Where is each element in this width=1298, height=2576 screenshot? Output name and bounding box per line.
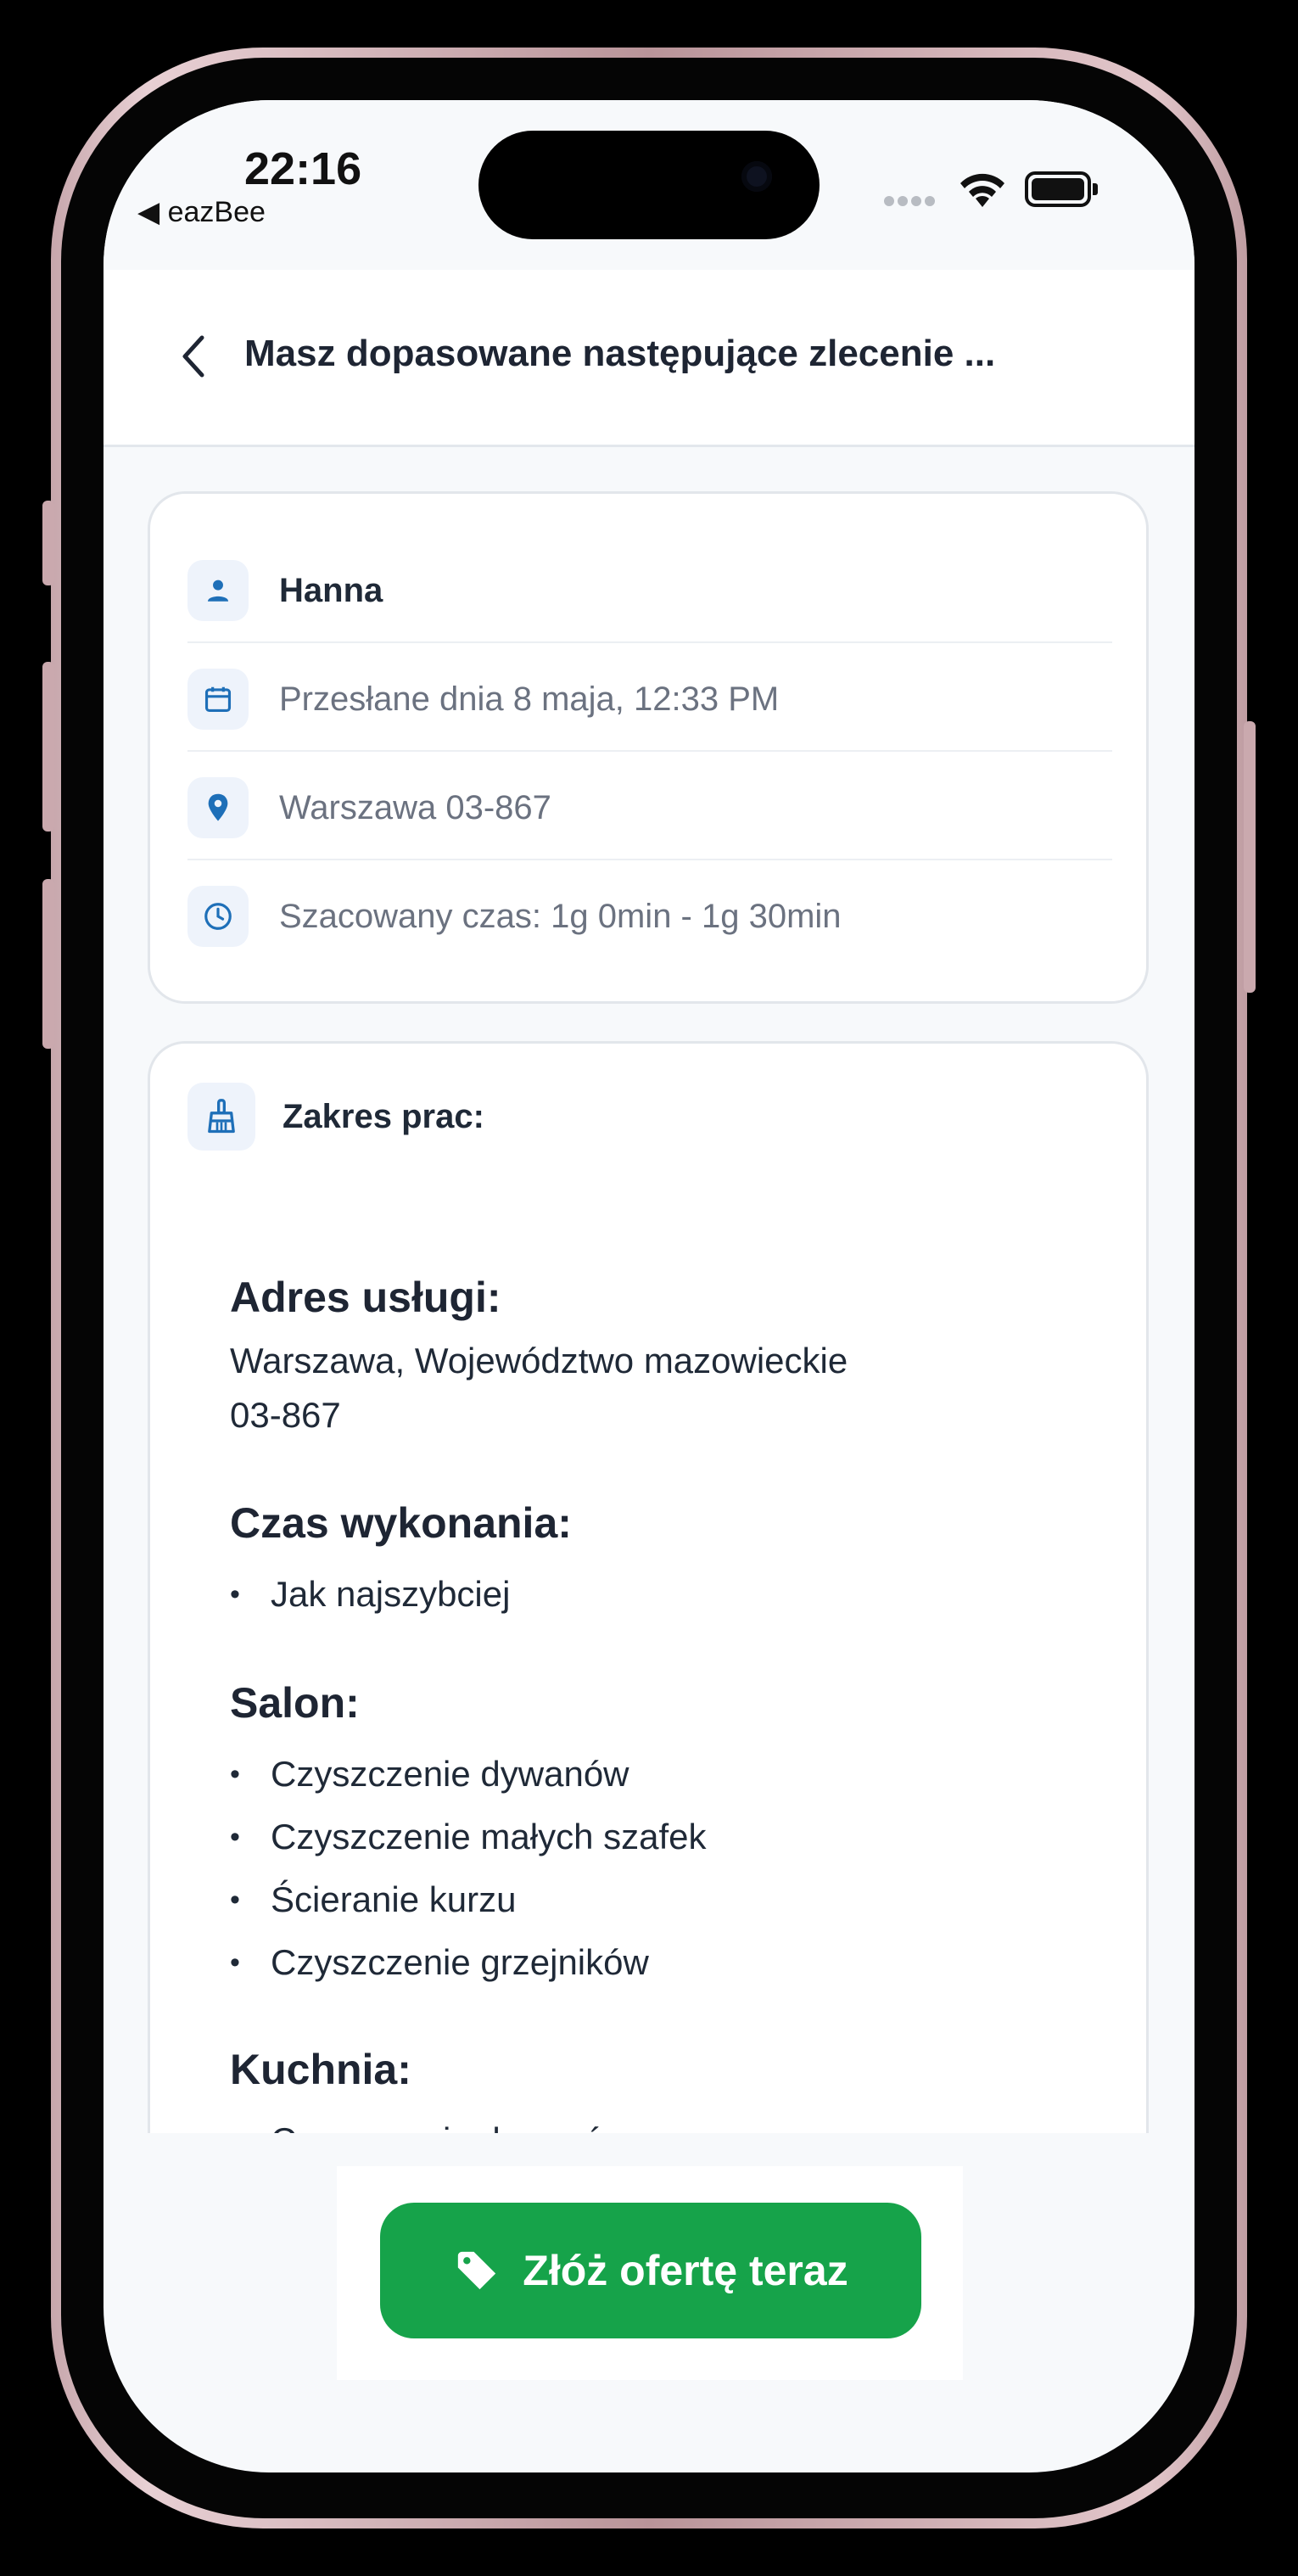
wifi-icon: [960, 173, 1004, 207]
kitchen-list: Czyszczenie dywanów: [230, 2109, 1112, 2133]
address-line: Warszawa, Województwo mazowieckie: [230, 1341, 848, 1380]
salon-section: Salon: Czyszczenie dywanów Czyszczenie m…: [230, 1678, 1112, 1994]
list-item: Czyszczenie dywanów: [230, 2109, 1112, 2133]
location-pin-icon: [187, 777, 249, 838]
address-title: Adres usługi:: [230, 1274, 501, 1321]
scroll-content[interactable]: Hanna Przesłane dnia 8 maja, 12:33 PM Wa…: [104, 447, 1194, 2133]
status-bar: 22:16 ◀ eazBee: [104, 100, 1194, 270]
list-item: Ścieranie kurzu: [230, 1868, 1112, 1931]
execution-time-list: Jak najszybciej: [230, 1563, 1112, 1626]
calendar-icon: [187, 669, 249, 730]
battery-cap: [1093, 183, 1098, 195]
client-name: Hanna: [279, 571, 383, 609]
page-header: Masz dopasowane następujące zlecenie ...: [104, 270, 1194, 447]
chevron-left-icon: [182, 335, 204, 378]
execution-time-section: Czas wykonania: Jak najszybciej: [230, 1498, 1112, 1626]
list-item: Czyszczenie małych szafek: [230, 1806, 1112, 1868]
execution-time-title: Czas wykonania:: [230, 1499, 572, 1547]
location-text: Warszawa 03-867: [279, 788, 551, 826]
user-icon: [187, 560, 249, 621]
scope-card: Zakres prac: Adres usługi: Warszawa, Woj…: [148, 1041, 1149, 2133]
volume-down-button: [42, 879, 54, 1049]
page-title: Masz dopasowane następujące zlecenie ...: [244, 333, 996, 374]
back-button[interactable]: [163, 326, 224, 387]
location-row: Warszawa 03-867: [187, 753, 1112, 862]
order-info-card: Hanna Przesłane dnia 8 maja, 12:33 PM Wa…: [148, 491, 1149, 1004]
scope-title: Zakres prac:: [283, 1097, 484, 1135]
kitchen-section: Kuchnia: Czyszczenie dywanów: [230, 2045, 1112, 2133]
address-section: Adres usługi: Warszawa, Województwo mazo…: [230, 1273, 1112, 1442]
sent-date-text: Przesłane dnia 8 maja, 12:33 PM: [279, 680, 780, 718]
power-button: [1244, 721, 1256, 993]
submit-offer-label: Złóż ofertę teraz: [523, 2247, 848, 2294]
cleaning-brush-icon: [187, 1083, 255, 1151]
action-button: [42, 501, 54, 585]
address-line: 03-867: [230, 1395, 341, 1435]
salon-list: Czyszczenie dywanów Czyszczenie małych s…: [230, 1743, 1112, 1994]
status-time: 22:16: [244, 143, 362, 194]
divider: [187, 859, 1112, 860]
list-item: Czyszczenie grzejników: [230, 1931, 1112, 1994]
camera-icon: [741, 161, 772, 192]
back-to-app-link[interactable]: ◀ eazBee: [137, 195, 266, 229]
list-item: Jak najszybciej: [230, 1563, 1112, 1626]
price-tag-icon: [458, 2251, 496, 2290]
app-screen: 22:16 ◀ eazBee Masz dopasowane następują…: [104, 100, 1194, 2472]
scope-header: Zakres prac:: [187, 1083, 484, 1151]
kitchen-title: Kuchnia:: [230, 2046, 411, 2093]
volume-up-button: [42, 662, 54, 832]
submit-offer-button[interactable]: Złóż ofertę teraz: [380, 2203, 921, 2338]
estimated-time-text: Szacowany czas: 1g 0min - 1g 30min: [279, 897, 842, 935]
address-text: Warszawa, Województwo mazowieckie 03-867: [230, 1334, 1112, 1442]
sent-date-row: Przesłane dnia 8 maja, 12:33 PM: [187, 645, 1112, 753]
divider: [187, 750, 1112, 752]
divider: [187, 641, 1112, 643]
list-item: Czyszczenie dywanów: [230, 1743, 1112, 1806]
estimated-time-row: Szacowany czas: 1g 0min - 1g 30min: [187, 862, 1112, 971]
client-row: Hanna: [187, 536, 1112, 645]
battery-icon: [1025, 171, 1091, 207]
clock-icon: [187, 886, 249, 947]
cellular-signal-icon: [884, 195, 938, 210]
salon-title: Salon:: [230, 1679, 360, 1727]
